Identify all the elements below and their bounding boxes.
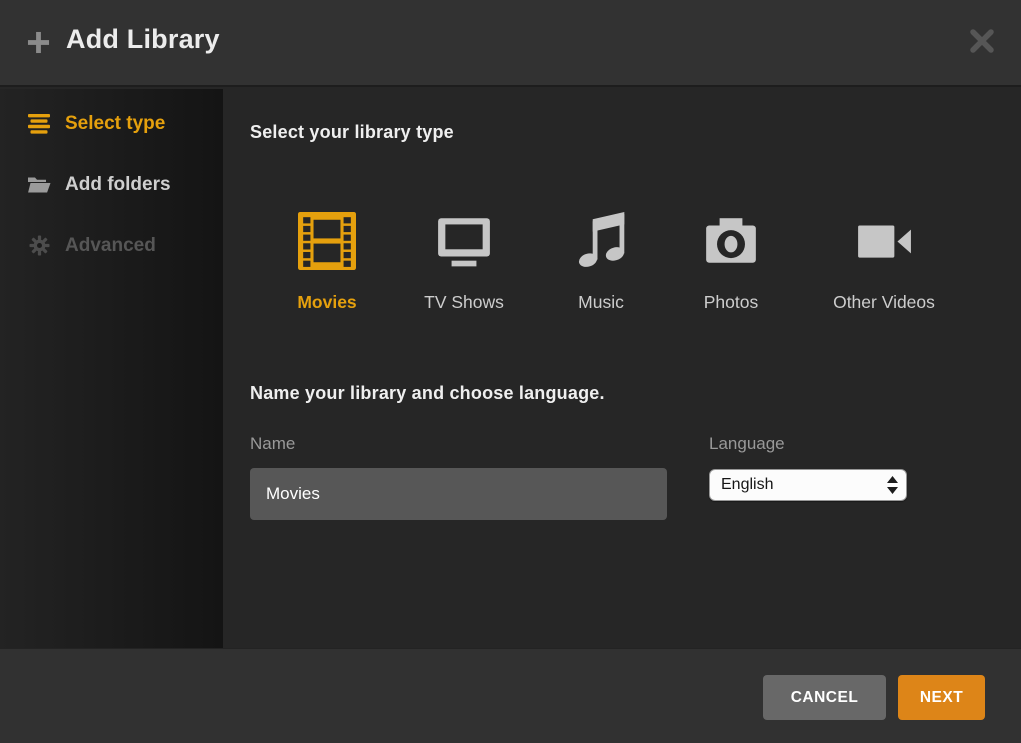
sidebar-item-advanced[interactable]: Advanced [0,215,223,276]
video-camera-icon [855,212,913,270]
dialog-title: Add Library [66,24,220,55]
library-type-tv-shows[interactable]: TV Shows [396,212,532,313]
language-field-label: Language [709,434,785,454]
sidebar-item-label: Advanced [65,235,156,257]
name-field-label: Name [250,434,295,454]
library-type-label: Movies [259,292,395,313]
sidebar-item-label: Add folders [65,174,171,196]
library-type-label: Photos [663,292,799,313]
sidebar-item-add-folders[interactable]: Add folders [0,154,223,215]
library-type-label: TV Shows [396,292,532,313]
language-select[interactable]: English [709,469,907,501]
select-stepper-icon [887,476,898,494]
section-title-name-language: Name your library and choose language. [250,383,605,404]
dialog-header: Add Library [0,0,1021,87]
music-note-icon [572,212,630,270]
close-icon[interactable] [970,29,994,53]
section-title-select-type: Select your library type [250,122,454,143]
folder-icon [27,174,51,196]
library-type-music[interactable]: Music [533,212,669,313]
sidebar-item-select-type[interactable]: Select type [0,93,223,154]
camera-icon [702,212,760,270]
library-type-label: Other Videos [816,292,952,313]
next-button[interactable]: NEXT [898,675,985,720]
tv-icon [435,212,493,270]
film-icon [298,212,356,270]
dialog-footer: CANCEL NEXT [0,648,1021,743]
language-selected-value: English [710,476,887,494]
library-name-input[interactable] [250,468,667,520]
steps-sidebar: Select type Add folders [0,89,223,648]
library-type-photos[interactable]: Photos [663,212,799,313]
library-type-movies[interactable]: Movies [259,212,395,313]
list-icon [27,113,51,135]
plus-icon [27,31,50,54]
add-library-dialog: Add Library Select type [0,0,1021,743]
library-type-other-videos[interactable]: Other Videos [816,212,952,313]
cancel-button[interactable]: CANCEL [763,675,886,720]
library-type-label: Music [533,292,669,313]
sidebar-item-label: Select type [65,113,165,135]
gear-icon [27,235,51,257]
